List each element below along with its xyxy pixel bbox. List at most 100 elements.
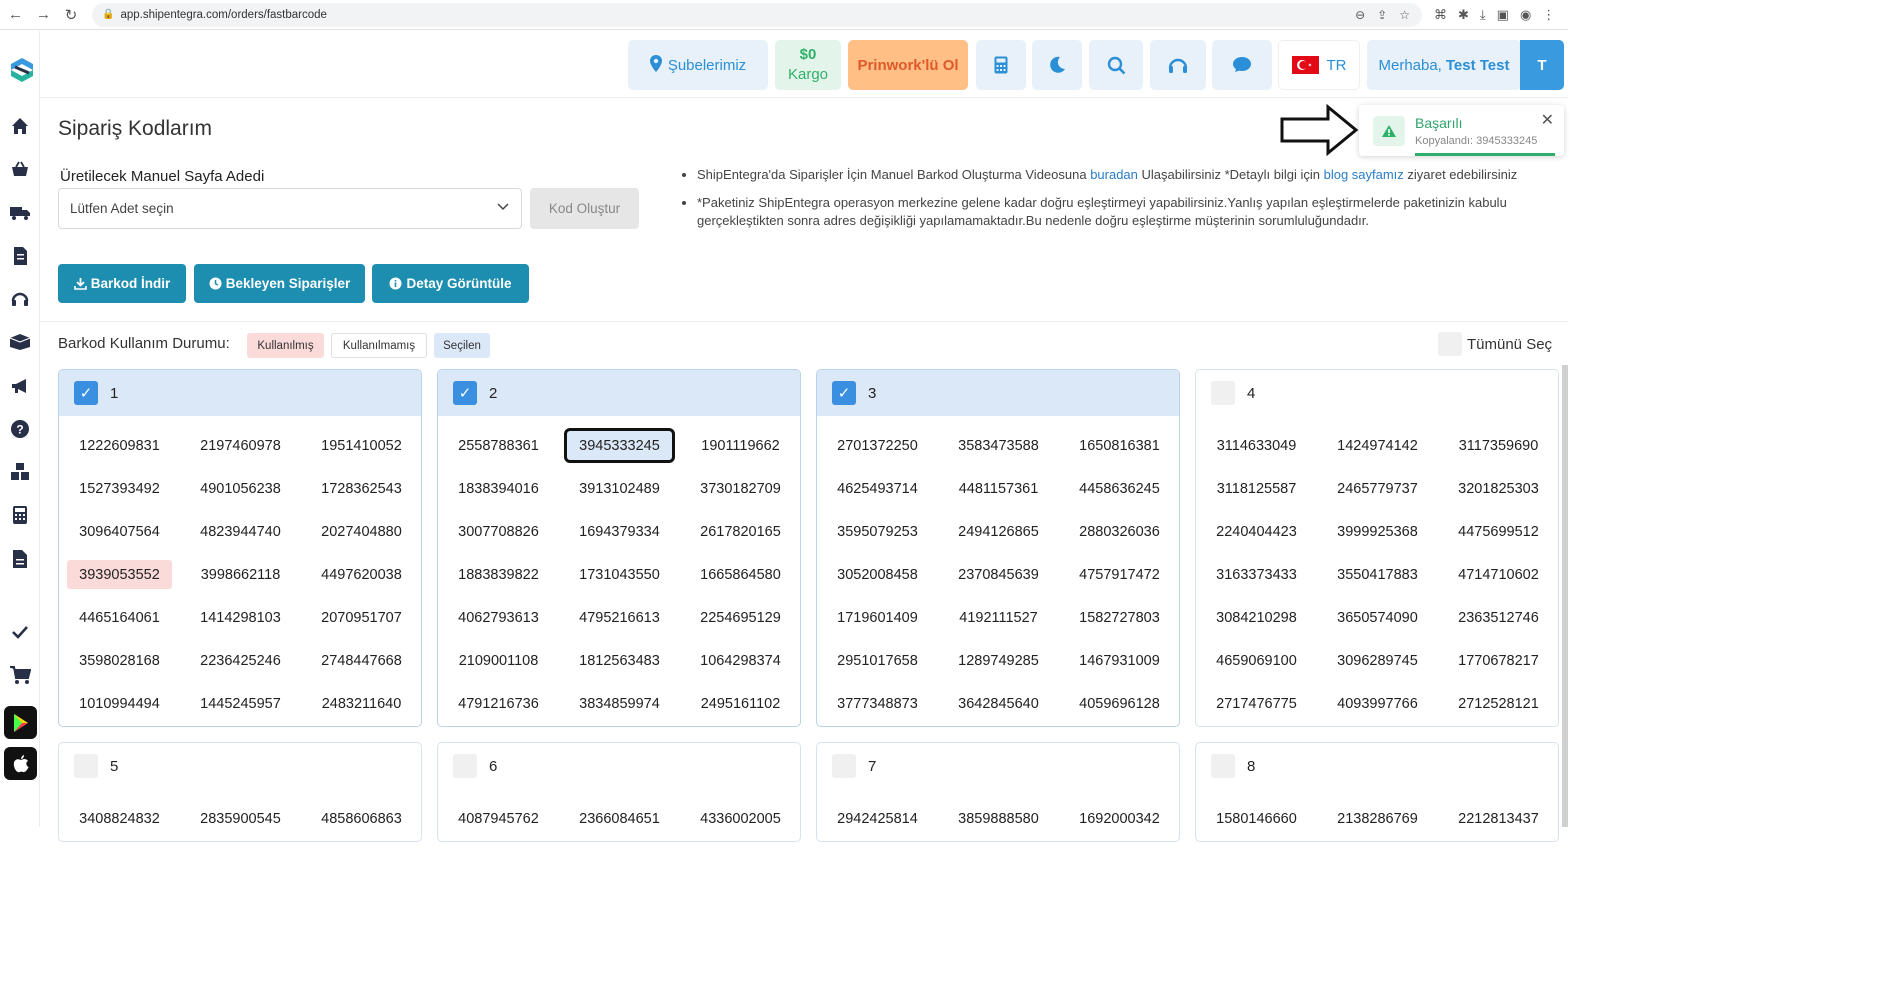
barcode-code[interactable]: 3595079253 — [825, 517, 930, 546]
select-all-checkbox[interactable] — [1438, 332, 1462, 356]
barcode-code[interactable]: 3408824832 — [67, 804, 172, 833]
barcode-code[interactable]: 3999925368 — [1325, 517, 1430, 546]
bookmark-star-icon[interactable]: ☆ — [1399, 8, 1410, 22]
barcode-code[interactable]: 2701372250 — [825, 431, 930, 460]
download-barcode-button[interactable]: Barkod İndir — [58, 264, 186, 303]
page-checkbox[interactable]: ✓ — [453, 381, 477, 405]
barcode-code[interactable]: 1728362543 — [309, 474, 414, 503]
barcode-code[interactable]: 1665864580 — [688, 560, 793, 589]
barcode-code[interactable]: 2138286769 — [1325, 804, 1430, 833]
barcode-code[interactable]: 2254695129 — [688, 603, 793, 632]
barcode-code[interactable]: 3084210298 — [1204, 603, 1309, 632]
barcode-code[interactable]: 4714710602 — [1446, 560, 1551, 589]
video-link[interactable]: buradan — [1090, 167, 1138, 182]
barcode-code[interactable]: 2236425246 — [188, 646, 293, 675]
file-icon[interactable] — [8, 547, 32, 571]
boxes-icon[interactable] — [8, 460, 32, 484]
extensions-icon[interactable]: ✱ — [1458, 7, 1469, 23]
barcode-code[interactable]: 4062793613 — [446, 603, 551, 632]
menu-icon[interactable]: ⋮ — [1542, 7, 1555, 23]
barcode-code[interactable]: 3052008458 — [825, 560, 930, 589]
profile-icon[interactable]: ◉ — [1520, 7, 1531, 23]
view-details-button[interactable]: Detay Görüntüle — [372, 264, 529, 303]
barcode-code[interactable]: 2717476775 — [1204, 689, 1309, 718]
barcode-code[interactable]: 1527393492 — [67, 474, 172, 503]
barcode-code[interactable]: 4059696128 — [1067, 689, 1172, 718]
page-count-select[interactable]: Lütfen Adet seçin — [58, 188, 522, 229]
page-checkbox[interactable] — [453, 754, 477, 778]
page-checkbox[interactable]: ✓ — [74, 381, 98, 405]
calculator-icon[interactable] — [8, 503, 32, 527]
barcode-code[interactable]: 4757917472 — [1067, 560, 1172, 589]
download-icon[interactable]: ⤓ — [1480, 7, 1486, 23]
barcode-code[interactable]: 3913102489 — [567, 474, 672, 503]
barcode-code[interactable]: 2712528121 — [1446, 689, 1551, 718]
megaphone-icon[interactable] — [8, 374, 32, 398]
barcode-code[interactable]: 3642845640 — [946, 689, 1051, 718]
page-checkbox[interactable] — [1211, 754, 1235, 778]
google-play-icon[interactable] — [4, 706, 37, 739]
search-button[interactable] — [1089, 40, 1143, 90]
barcode-code[interactable]: 4497620038 — [309, 560, 414, 589]
language-button[interactable]: TR — [1278, 40, 1360, 90]
barcode-code[interactable]: 2366084651 — [567, 804, 672, 833]
pending-orders-button[interactable]: Bekleyen Siparişler — [194, 264, 365, 303]
sidepanel-icon[interactable]: ▣ — [1497, 7, 1509, 23]
barcode-code[interactable]: 4823944740 — [188, 517, 293, 546]
barcode-code[interactable]: 1812563483 — [567, 646, 672, 675]
support-button[interactable] — [1150, 40, 1206, 90]
barcode-code[interactable]: 3859888580 — [946, 804, 1051, 833]
barcode-code[interactable]: 2070951707 — [309, 603, 414, 632]
barcode-code[interactable]: 3096289745 — [1325, 646, 1430, 675]
barcode-code[interactable]: 3598028168 — [67, 646, 172, 675]
page-checkbox[interactable] — [1211, 381, 1235, 405]
home-icon[interactable] — [8, 114, 32, 138]
barcode-code[interactable]: 2197460978 — [188, 431, 293, 460]
barcode-code[interactable]: 2109001108 — [446, 646, 551, 675]
select-all[interactable]: Tümünü Seç — [1438, 332, 1552, 356]
barcode-code[interactable]: 3777348873 — [825, 689, 930, 718]
avatar[interactable]: T — [1520, 40, 1564, 90]
balance-button[interactable]: $0 Kargo — [775, 40, 841, 90]
headset-icon[interactable] — [8, 287, 32, 311]
barcode-code[interactable]: 3114633049 — [1204, 431, 1309, 460]
basket-icon[interactable] — [8, 157, 32, 181]
barcode-code[interactable]: 2951017658 — [825, 646, 930, 675]
barcode-code[interactable]: 3730182709 — [688, 474, 793, 503]
chat-button[interactable] — [1212, 40, 1272, 90]
barcode-code[interactable]: 3998662118 — [188, 560, 293, 589]
zoom-icon[interactable]: ⊖ — [1355, 8, 1365, 22]
barcode-code[interactable]: 4791216736 — [446, 689, 551, 718]
barcode-code[interactable]: 1580146660 — [1204, 804, 1309, 833]
barcode-code[interactable]: 2495161102 — [688, 689, 793, 718]
generate-code-button[interactable]: Kod Oluştur — [530, 188, 639, 229]
page-checkbox[interactable] — [74, 754, 98, 778]
barcode-code[interactable]: 2880326036 — [1067, 517, 1172, 546]
barcode-code[interactable]: 1445245957 — [188, 689, 293, 718]
barcode-code[interactable]: 2465779737 — [1325, 474, 1430, 503]
barcode-code[interactable]: 1010994494 — [67, 689, 172, 718]
barcode-code[interactable]: 3834859974 — [567, 689, 672, 718]
barcode-code[interactable]: 3118125587 — [1204, 474, 1309, 503]
back-icon[interactable]: ← — [8, 6, 23, 24]
address-bar[interactable]: 🔒 app.shipentegra.com/orders/fastbarcode… — [92, 2, 1422, 27]
barcode-code[interactable]: 4458636245 — [1067, 474, 1172, 503]
calculator-button[interactable] — [976, 40, 1026, 90]
barcode-code[interactable]: 3550417883 — [1325, 560, 1430, 589]
barcode-code[interactable]: 1650816381 — [1067, 431, 1172, 460]
barcode-code[interactable]: 2483211640 — [309, 689, 414, 718]
barcode-code[interactable]: 3007708826 — [446, 517, 551, 546]
share-icon[interactable]: ⇪ — [1377, 8, 1387, 22]
prinwork-button[interactable]: Prinwork'lü Ol — [848, 40, 968, 90]
barcode-code[interactable]: 1467931009 — [1067, 646, 1172, 675]
barcode-code[interactable]: 1692000342 — [1067, 804, 1172, 833]
barcode-code[interactable]: 4795216613 — [567, 603, 672, 632]
barcode-code[interactable]: 2363512746 — [1446, 603, 1551, 632]
close-icon[interactable]: ✕ — [1541, 110, 1554, 130]
barcode-code[interactable]: 3163373433 — [1204, 560, 1309, 589]
dark-mode-button[interactable] — [1032, 40, 1082, 90]
barcode-code[interactable]: 1883839822 — [446, 560, 551, 589]
barcode-code[interactable]: 4901056238 — [188, 474, 293, 503]
barcode-code[interactable]: 4475699512 — [1446, 517, 1551, 546]
barcode-code[interactable]: 3939053552 — [67, 560, 172, 589]
